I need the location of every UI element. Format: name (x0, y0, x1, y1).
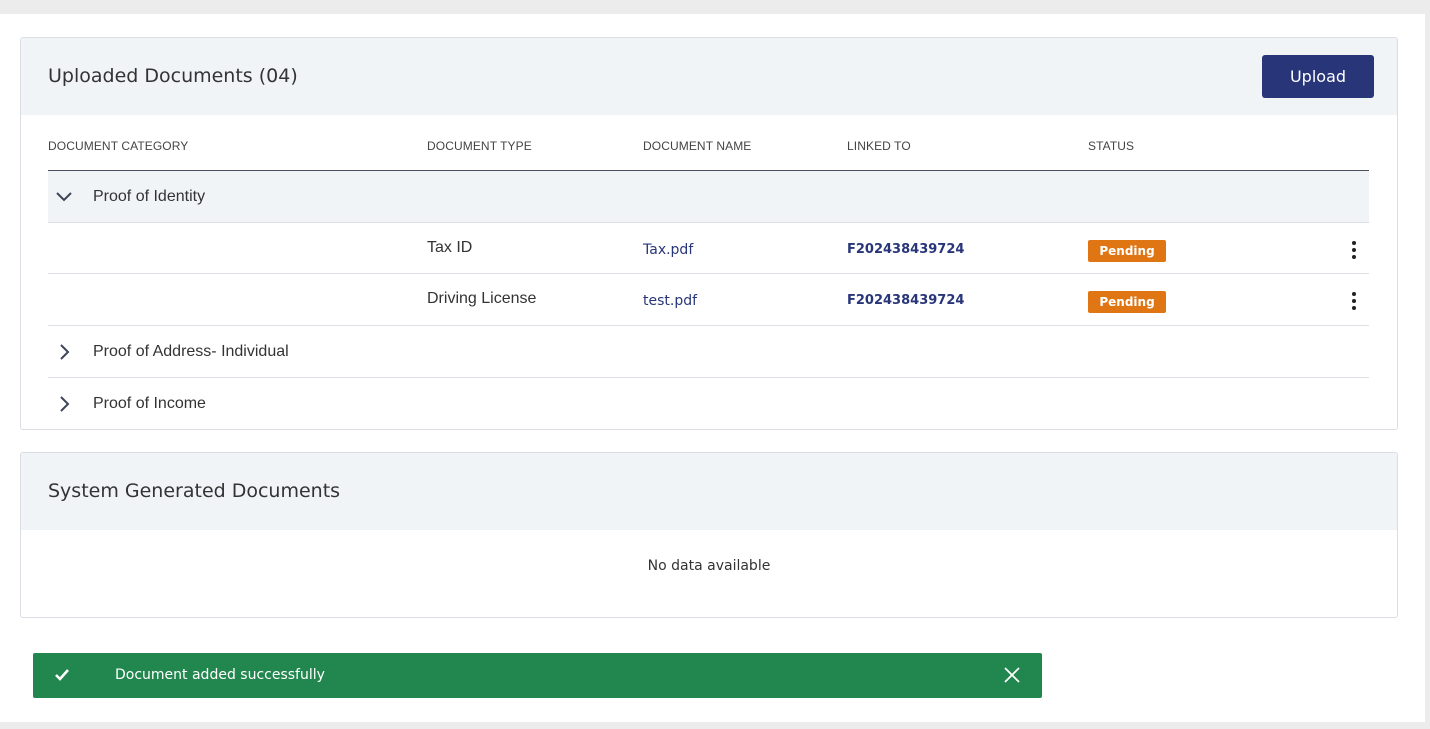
category-row-proof-of-identity[interactable]: Proof of Identity (48, 171, 1369, 223)
chevron-right-icon[interactable] (54, 394, 74, 414)
uploaded-documents-card: Uploaded Documents (04) Upload DOCUMENT … (20, 37, 1398, 430)
linked-to-link[interactable]: F202438439724 (847, 242, 964, 257)
category-row-proof-of-address[interactable]: Proof of Address- Individual (48, 326, 1369, 378)
empty-state-text: No data available (647, 558, 771, 574)
column-header-category[interactable]: DOCUMENT CATEGORY (48, 139, 188, 153)
empty-state: No data available (21, 530, 1397, 617)
status-badge: Pending (1088, 240, 1166, 262)
category-label: Proof of Address- Individual (93, 343, 289, 360)
close-icon[interactable] (1002, 665, 1022, 690)
more-options-icon[interactable] (1344, 240, 1364, 260)
category-row-proof-of-income[interactable]: Proof of Income (48, 378, 1369, 429)
category-label: Proof of Identity (93, 188, 206, 205)
system-documents-header: System Generated Documents (21, 453, 1397, 530)
column-header-name[interactable]: DOCUMENT NAME (643, 139, 751, 153)
column-header-status[interactable]: STATUS (1088, 139, 1134, 153)
column-header-type[interactable]: DOCUMENT TYPE (427, 139, 532, 153)
chevron-down-icon[interactable] (54, 187, 74, 207)
status-badge: Pending (1088, 291, 1166, 313)
system-documents-title: System Generated Documents (48, 480, 341, 502)
document-name-link[interactable]: Tax.pdf (643, 242, 693, 258)
table-header: DOCUMENT CATEGORY DOCUMENT TYPE DOCUMENT… (48, 115, 1369, 171)
system-documents-card: System Generated Documents No data avail… (20, 452, 1398, 618)
uploaded-documents-title: Uploaded Documents (04) (48, 65, 298, 87)
toast-message: Document added successfully (115, 667, 325, 683)
success-toast: Document added successfully (33, 653, 1042, 698)
document-name-link[interactable]: test.pdf (643, 293, 697, 309)
category-label: Proof of Income (93, 395, 206, 412)
table-row: Driving License test.pdf F202438439724 P… (48, 274, 1369, 326)
column-header-linked-to[interactable]: LINKED TO (847, 139, 911, 153)
document-type: Driving License (427, 290, 537, 307)
document-type: Tax ID (427, 239, 473, 256)
more-options-icon[interactable] (1344, 291, 1364, 311)
chevron-right-icon[interactable] (54, 342, 74, 362)
table-row: Tax ID Tax.pdf F202438439724 Pending (48, 223, 1369, 274)
uploaded-documents-header: Uploaded Documents (04) Upload (21, 38, 1397, 115)
check-icon (53, 666, 71, 689)
upload-button[interactable]: Upload (1262, 55, 1374, 98)
linked-to-link[interactable]: F202438439724 (847, 293, 964, 308)
